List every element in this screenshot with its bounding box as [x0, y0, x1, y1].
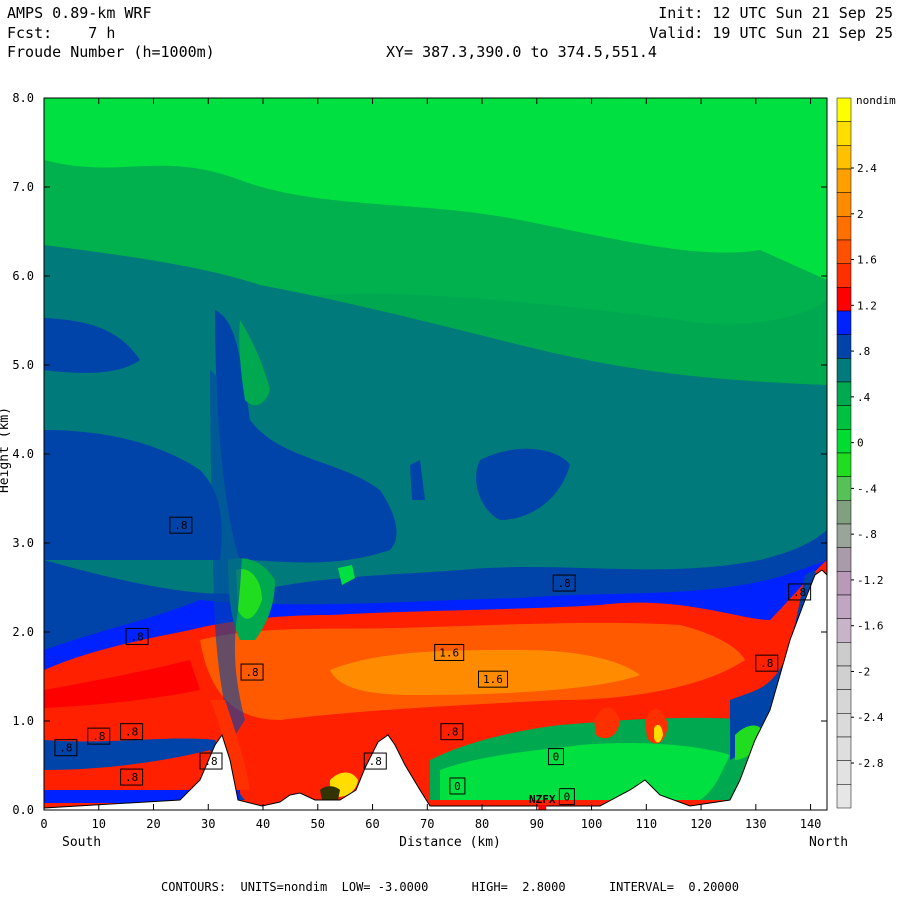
- colorbar-swatch: [836, 121, 852, 146]
- colorbar-swatch: [836, 547, 852, 572]
- svg-text:0: 0: [564, 791, 571, 804]
- colorbar-swatch: [836, 500, 852, 525]
- x-tick-label: 50: [311, 817, 325, 831]
- colorbar-swatch: [836, 334, 852, 359]
- colorbar-label: 2: [857, 208, 864, 221]
- svg-text:1.6: 1.6: [439, 646, 459, 659]
- x-tick-label: 0: [40, 817, 47, 831]
- svg-text:0: 0: [553, 751, 560, 764]
- colorbar-label: -1.2: [857, 574, 884, 587]
- colorbar-swatch: [836, 381, 852, 406]
- y-tick-label: 4.0: [12, 447, 34, 461]
- colorbar-label: -1.6: [857, 620, 884, 633]
- colorbar-label: -2: [857, 665, 870, 678]
- colorbar-swatch: [836, 310, 852, 335]
- x-axis-right-label: North: [809, 835, 848, 850]
- x-tick-label: 90: [530, 817, 544, 831]
- x-tick-label: 40: [256, 817, 270, 831]
- x-tick-label: 20: [146, 817, 160, 831]
- x-tick-label: 130: [745, 817, 767, 831]
- colorbar-label: 2.4: [857, 162, 877, 175]
- colorbar-swatch: [836, 523, 852, 548]
- colorbar-swatch: [836, 618, 852, 643]
- colorbar-label: -.8: [857, 528, 877, 541]
- station-label: NZFX: [529, 793, 556, 806]
- colorbar-swatch: [836, 594, 852, 619]
- colorbar-swatch: [836, 736, 852, 761]
- x-tick-label: 60: [365, 817, 379, 831]
- y-tick-label: 6.0: [12, 269, 34, 283]
- colorbar-swatch: [836, 665, 852, 690]
- colorbar-swatch: [836, 571, 852, 596]
- colorbar-label: 1.6: [857, 254, 877, 267]
- svg-text:.8: .8: [59, 742, 72, 755]
- svg-text:.8: .8: [369, 755, 382, 768]
- colorbar-label: 0: [857, 437, 864, 450]
- colorbar-label: -2.4: [857, 711, 884, 724]
- colorbar: 2.4 2 1.6 1.2 .8 .4 0 -.4 -.8 -1.2 -1.6 -2 -2.4 -2.8: [836, 97, 884, 809]
- svg-text:.8: .8: [760, 657, 773, 670]
- svg-text:.8: .8: [558, 577, 571, 590]
- colorbar-swatch: [836, 642, 852, 667]
- colorbar-swatch: [836, 287, 852, 312]
- x-axis-title: Distance (km): [399, 835, 501, 850]
- svg-text:.8: .8: [174, 519, 187, 532]
- colorbar-label: -.4: [857, 482, 877, 495]
- svg-text:0: 0: [454, 780, 461, 793]
- y-tick-label: 0.0: [12, 803, 34, 817]
- x-tick-label: 10: [92, 817, 106, 831]
- svg-text:.8: .8: [125, 771, 138, 784]
- colorbar-swatch: [836, 784, 852, 809]
- contour-info-footer: CONTOURS: UNITS=nondim LOW= -3.0000 HIGH…: [161, 880, 739, 894]
- svg-text:.8: .8: [125, 726, 138, 739]
- svg-text:.8: .8: [130, 630, 143, 643]
- colorbar-swatch: [836, 476, 852, 501]
- colorbar-unit: nondim: [856, 94, 896, 107]
- colorbar-label: 1.2: [857, 299, 877, 312]
- x-tick-label: 70: [420, 817, 434, 831]
- colorbar-swatch: [836, 192, 852, 217]
- colorbar-swatch: [836, 358, 852, 383]
- colorbar-swatch: [836, 239, 852, 264]
- cross-section-chart: .8 .8 .8 .8 .8 .8 .8 .8 .8 .8 .8 .8 .8 1.6 1.6 0 0 0 NZFX…: [0, 91, 896, 850]
- y-tick-label: 8.0: [12, 91, 34, 105]
- y-tick-label: 3.0: [12, 536, 34, 550]
- colorbar-label: .4: [857, 391, 871, 404]
- x-axis-left-label: South: [62, 835, 101, 850]
- contour-fill-field: [44, 98, 827, 811]
- colorbar-swatch: [836, 760, 852, 785]
- y-tick-label: 1.0: [12, 714, 34, 728]
- colorbar-swatch: [836, 405, 852, 430]
- colorbar-swatch: [836, 97, 852, 122]
- x-tick-label: 80: [475, 817, 489, 831]
- colorbar-swatch: [836, 145, 852, 170]
- svg-text:1.6: 1.6: [483, 673, 503, 686]
- svg-text:.8: .8: [204, 755, 217, 768]
- colorbar-swatch: [836, 168, 852, 193]
- y-tick-label: 7.0: [12, 180, 34, 194]
- colorbar-label: -2.8: [857, 757, 884, 770]
- x-tick-label: 110: [635, 817, 657, 831]
- colorbar-swatch: [836, 713, 852, 738]
- colorbar-swatch: [836, 216, 852, 241]
- colorbar-swatch: [836, 263, 852, 288]
- colorbar-swatch: [836, 429, 852, 454]
- y-tick-label: 2.0: [12, 625, 34, 639]
- y-axis-title: Height (km): [0, 407, 12, 493]
- y-tick-label: 5.0: [12, 358, 34, 372]
- x-tick-label: 140: [800, 817, 822, 831]
- svg-text:.8: .8: [92, 730, 105, 743]
- svg-text:.8: .8: [445, 726, 458, 739]
- x-tick-label: 120: [690, 817, 712, 831]
- colorbar-swatch: [836, 689, 852, 714]
- svg-text:.8: .8: [245, 666, 258, 679]
- colorbar-label: .8: [857, 345, 870, 358]
- colorbar-swatch: [836, 452, 852, 477]
- svg-text:.8: .8: [793, 586, 806, 599]
- x-tick-label: 100: [581, 817, 603, 831]
- x-tick-label: 30: [201, 817, 215, 831]
